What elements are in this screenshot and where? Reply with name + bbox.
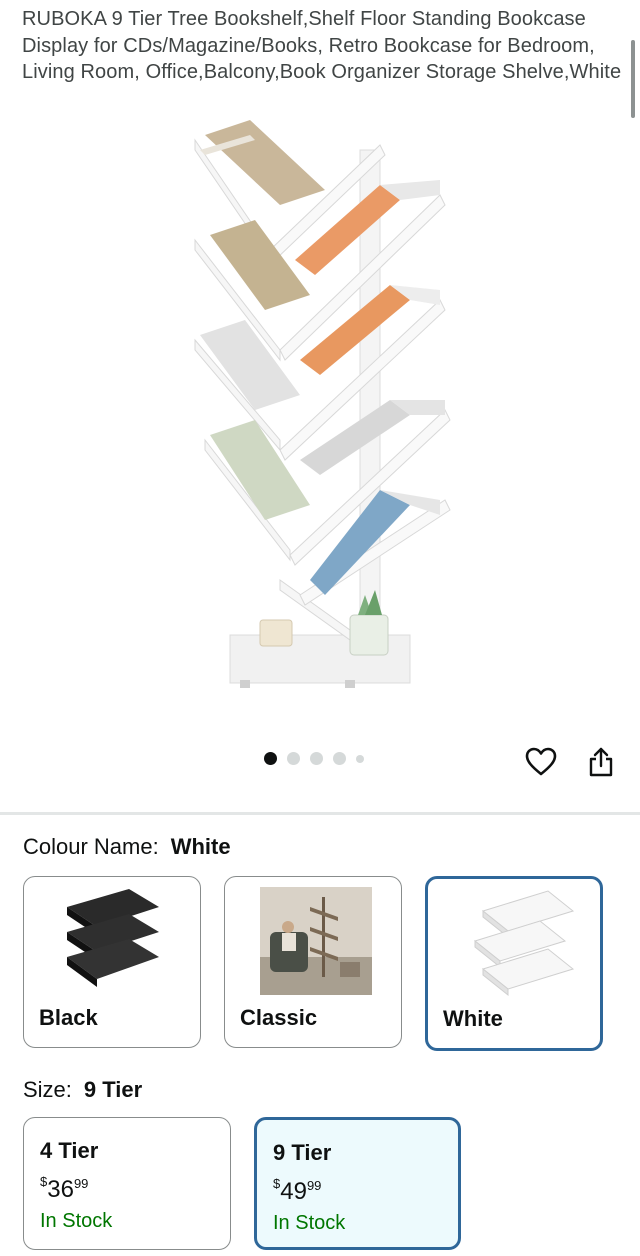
classic-swatch-image [260,887,372,995]
pagination-dot[interactable] [264,752,277,765]
pagination-dot[interactable] [287,752,300,765]
colour-option-label: Classic [240,1005,318,1030]
size-option-4-tier[interactable]: 4 Tier $3699 In Stock [23,1117,231,1250]
pagination-dot[interactable] [356,754,364,763]
heart-icon [525,747,557,776]
section-divider [0,812,640,815]
colour-option-label: Black [39,1005,98,1030]
stock-status: In Stock [273,1212,346,1234]
colour-selected-value: White [170,834,231,859]
scrollbar[interactable] [631,40,635,118]
size-option-price: $4999 [273,1176,322,1205]
white-swatch-image [473,890,575,997]
image-pagination[interactable] [264,752,364,765]
size-option-9-tier[interactable]: 9 Tier $4999 In Stock [254,1117,461,1250]
pagination-dot[interactable] [333,752,346,765]
product-title: RUBOKA 9 Tier Tree Bookshelf,Shelf Floor… [22,8,622,83]
share-button[interactable] [582,743,620,781]
colour-option-white[interactable]: White [425,876,603,1051]
share-icon [589,747,613,777]
black-swatch-image [67,889,159,987]
size-option-price: $3699 [40,1174,89,1203]
size-option-name: 4 Tier [40,1138,99,1163]
pagination-dot[interactable] [310,752,323,765]
stock-status: In Stock [40,1210,113,1232]
colour-option-label: White [443,1006,503,1031]
size-option-name: 9 Tier [273,1140,332,1165]
colour-option-black[interactable]: Black [23,876,201,1048]
wishlist-button[interactable] [522,743,560,781]
colour-label: Colour Name: White [23,834,231,859]
colour-option-classic[interactable]: Classic [224,876,402,1048]
size-label: Size: 9 Tier [23,1077,143,1102]
size-selected-value: 9 Tier [83,1077,143,1102]
product-image[interactable] [150,110,490,710]
